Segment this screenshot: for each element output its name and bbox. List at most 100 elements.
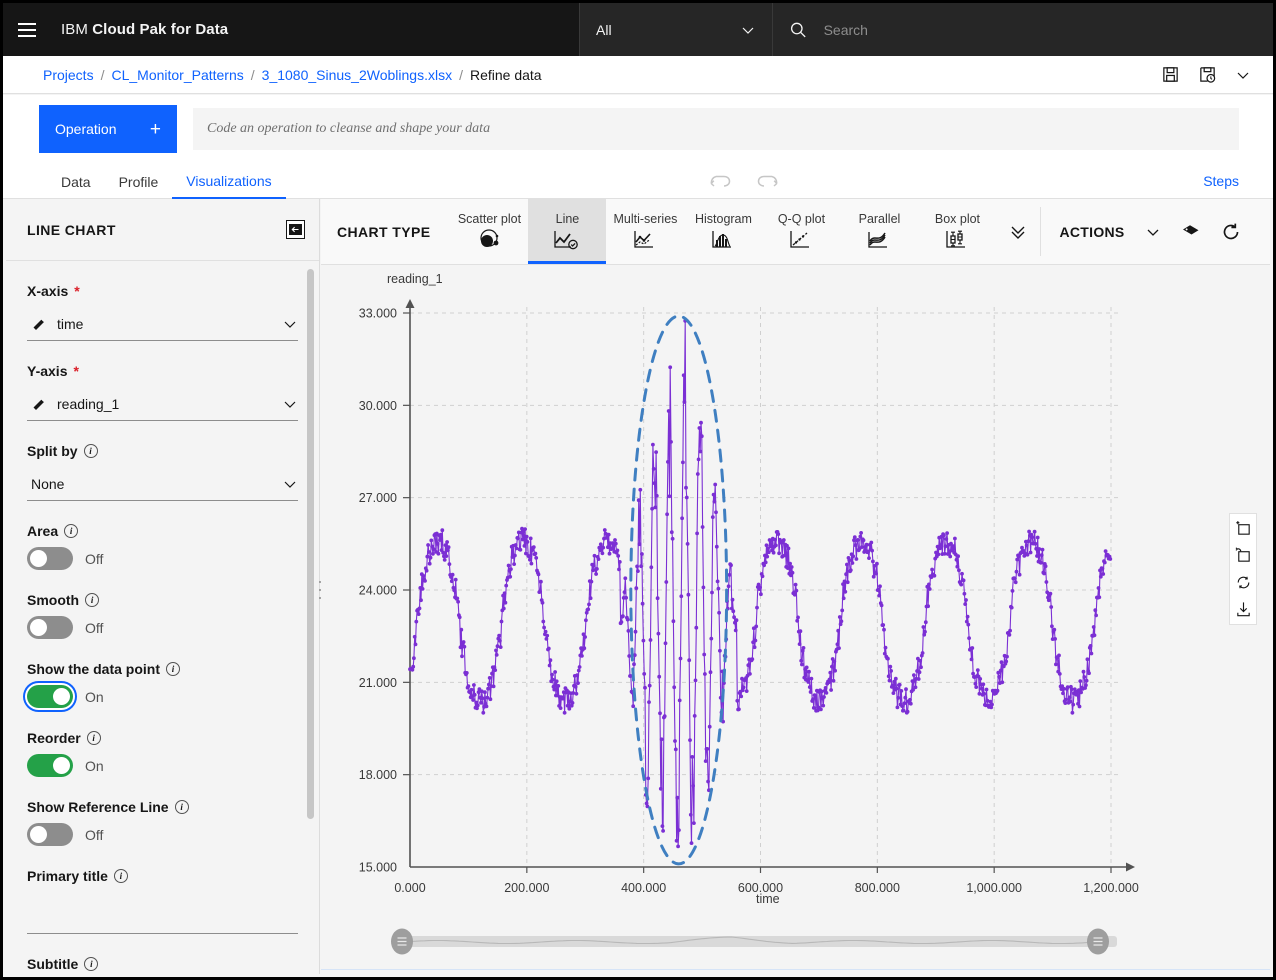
x-tick-label: 400.000 — [621, 881, 666, 895]
x-axis-value: time — [57, 315, 84, 332]
chart-type-qq-plot[interactable]: Q-Q plot — [762, 199, 840, 264]
breadcrumb-separator: / — [100, 66, 105, 83]
field-label-text: Split by — [27, 443, 78, 459]
undo-icon[interactable] — [709, 172, 735, 190]
refresh-button[interactable] — [1221, 222, 1241, 242]
tab-data[interactable]: Data — [47, 164, 105, 199]
info-icon[interactable]: i — [84, 957, 99, 971]
primary-title-input[interactable] — [27, 892, 298, 934]
required-asterisk: * — [73, 363, 79, 379]
y-axis-tick-labels: 15.000 18.000 21.000 24.000 27.000 30.000 33.0… — [359, 307, 397, 875]
reference-line-toggle-row: Off — [27, 823, 298, 846]
y-axis-value: reading_1 — [57, 395, 120, 412]
info-icon[interactable]: i — [83, 444, 98, 458]
field-label: Reorder i — [27, 730, 298, 746]
chart-canvas-area: 15.000 18.000 21.000 24.000 27.000 30.000 33.0… — [321, 265, 1270, 974]
reference-line-toggle[interactable] — [27, 823, 73, 846]
ruler-icon — [33, 398, 44, 410]
reset-icon[interactable] — [1235, 574, 1252, 591]
zoom-in-icon[interactable] — [1235, 520, 1252, 537]
download-icon[interactable] — [1235, 601, 1252, 618]
show-data-point-toggle[interactable] — [27, 685, 73, 708]
chart-type-histogram[interactable]: Histogram — [684, 199, 762, 264]
field-label: Split by i — [27, 443, 298, 459]
field-label-text: Area — [27, 523, 59, 539]
smooth-toggle[interactable] — [27, 616, 73, 639]
reference-line-value: Off — [85, 826, 104, 843]
view-tabs: Data Profile Visualizations Steps — [3, 163, 1273, 199]
field-label-text: Show Reference Line — [27, 799, 169, 815]
chart-type-scatter-plot[interactable]: Scatter plot — [450, 199, 528, 264]
split-by-value: None — [31, 475, 65, 492]
x-tick-label: 800.000 — [855, 881, 900, 895]
save-menu-chevron-down-icon[interactable] — [1235, 67, 1251, 83]
slider-handle-left[interactable] — [391, 928, 413, 955]
field-primary-title: Primary title i — [27, 868, 298, 934]
operation-code-placeholder: Code an operation to cleanse and shape y… — [207, 121, 491, 136]
steps-link[interactable]: Steps — [1203, 173, 1239, 189]
info-icon[interactable]: i — [86, 731, 101, 745]
save-as-icon[interactable] — [1198, 65, 1217, 84]
time-range-slider[interactable] — [321, 918, 1270, 964]
add-operation-button[interactable]: Operation + — [39, 105, 177, 153]
y-tick-label: 30.000 — [359, 399, 397, 413]
chart-type-multi-series[interactable]: Multi-series — [606, 199, 684, 264]
area-toggle-row: Off — [27, 547, 298, 570]
chevron-down-icon — [284, 481, 296, 488]
y-tick-label: 33.000 — [359, 307, 397, 321]
info-icon[interactable]: i — [113, 869, 128, 883]
chart-type-label-text: Q-Q plot — [777, 212, 826, 226]
breadcrumb-item-project[interactable]: CL_Monitor_Patterns — [111, 67, 243, 83]
global-search[interactable] — [773, 3, 1273, 56]
tab-visualizations[interactable]: Visualizations — [172, 164, 286, 199]
y-axis-title: reading_1 — [387, 272, 443, 286]
field-label-text: Smooth — [27, 592, 80, 608]
redo-icon[interactable] — [753, 172, 779, 190]
refresh-icon — [1223, 223, 1238, 239]
breadcrumb-item-file[interactable]: 3_1080_Sinus_2Woblings.xlsx — [262, 67, 452, 83]
hamburger-icon[interactable] — [3, 3, 51, 56]
app-brand: IBM Cloud Pak for Data — [51, 21, 228, 38]
tab-profile[interactable]: Profile — [105, 164, 173, 199]
show-data-point-value: On — [85, 688, 104, 705]
tag-button[interactable] — [1181, 222, 1201, 242]
chart-type-more-button[interactable] — [996, 199, 1040, 264]
split-by-select[interactable]: None — [27, 467, 298, 501]
operation-code-input[interactable]: Code an operation to cleanse and shape y… — [193, 108, 1239, 150]
collapse-panel-icon[interactable] — [286, 220, 305, 239]
field-label: X-axis * — [27, 283, 298, 299]
field-label: Show Reference Line i — [27, 799, 298, 815]
operation-button-label: Operation — [55, 121, 117, 137]
search-scope-select[interactable]: All — [579, 3, 773, 56]
smooth-toggle-row: Off — [27, 616, 298, 639]
save-icon[interactable] — [1161, 65, 1180, 84]
slider-track[interactable] — [399, 936, 1117, 947]
bottom-divider — [321, 969, 1270, 970]
reorder-toggle[interactable] — [27, 754, 73, 777]
x-axis-select[interactable]: time — [27, 307, 298, 341]
zoom-out-icon[interactable] — [1235, 547, 1252, 564]
chart-type-parallel[interactable]: Parallel — [840, 199, 918, 264]
slider-handle-right[interactable] — [1087, 928, 1109, 955]
y-axis-select[interactable]: reading_1 — [27, 387, 298, 421]
actions-menu-button[interactable]: ACTIONS — [1059, 224, 1160, 240]
breadcrumb-item-current: Refine data — [469, 66, 542, 83]
search-input[interactable] — [821, 20, 1257, 39]
area-toggle[interactable] — [27, 547, 73, 570]
chart-zoom-tools — [1229, 513, 1257, 625]
chart-type-box-plot[interactable]: Box plot — [918, 199, 996, 264]
box-plot-icon — [946, 230, 966, 248]
scatter-plot-icon — [480, 229, 499, 247]
chart-type-label: CHART TYPE — [337, 223, 431, 240]
info-icon[interactable]: i — [174, 800, 189, 814]
breadcrumb-item-projects[interactable]: Projects — [43, 67, 94, 83]
field-subtitle: Subtitle i — [27, 956, 298, 974]
info-icon[interactable]: i — [166, 662, 180, 676]
info-icon[interactable]: i — [64, 524, 79, 538]
x-tick-label: 0.000 — [394, 881, 425, 895]
line-chart-plot[interactable]: 15.000 18.000 21.000 24.000 27.000 30.000 33.0… — [321, 265, 1270, 945]
field-split-by: Split by i None — [27, 443, 298, 501]
chart-type-line[interactable]: Line — [528, 199, 607, 264]
config-panel-scrollbar[interactable] — [307, 269, 314, 819]
info-icon[interactable]: i — [85, 593, 100, 607]
